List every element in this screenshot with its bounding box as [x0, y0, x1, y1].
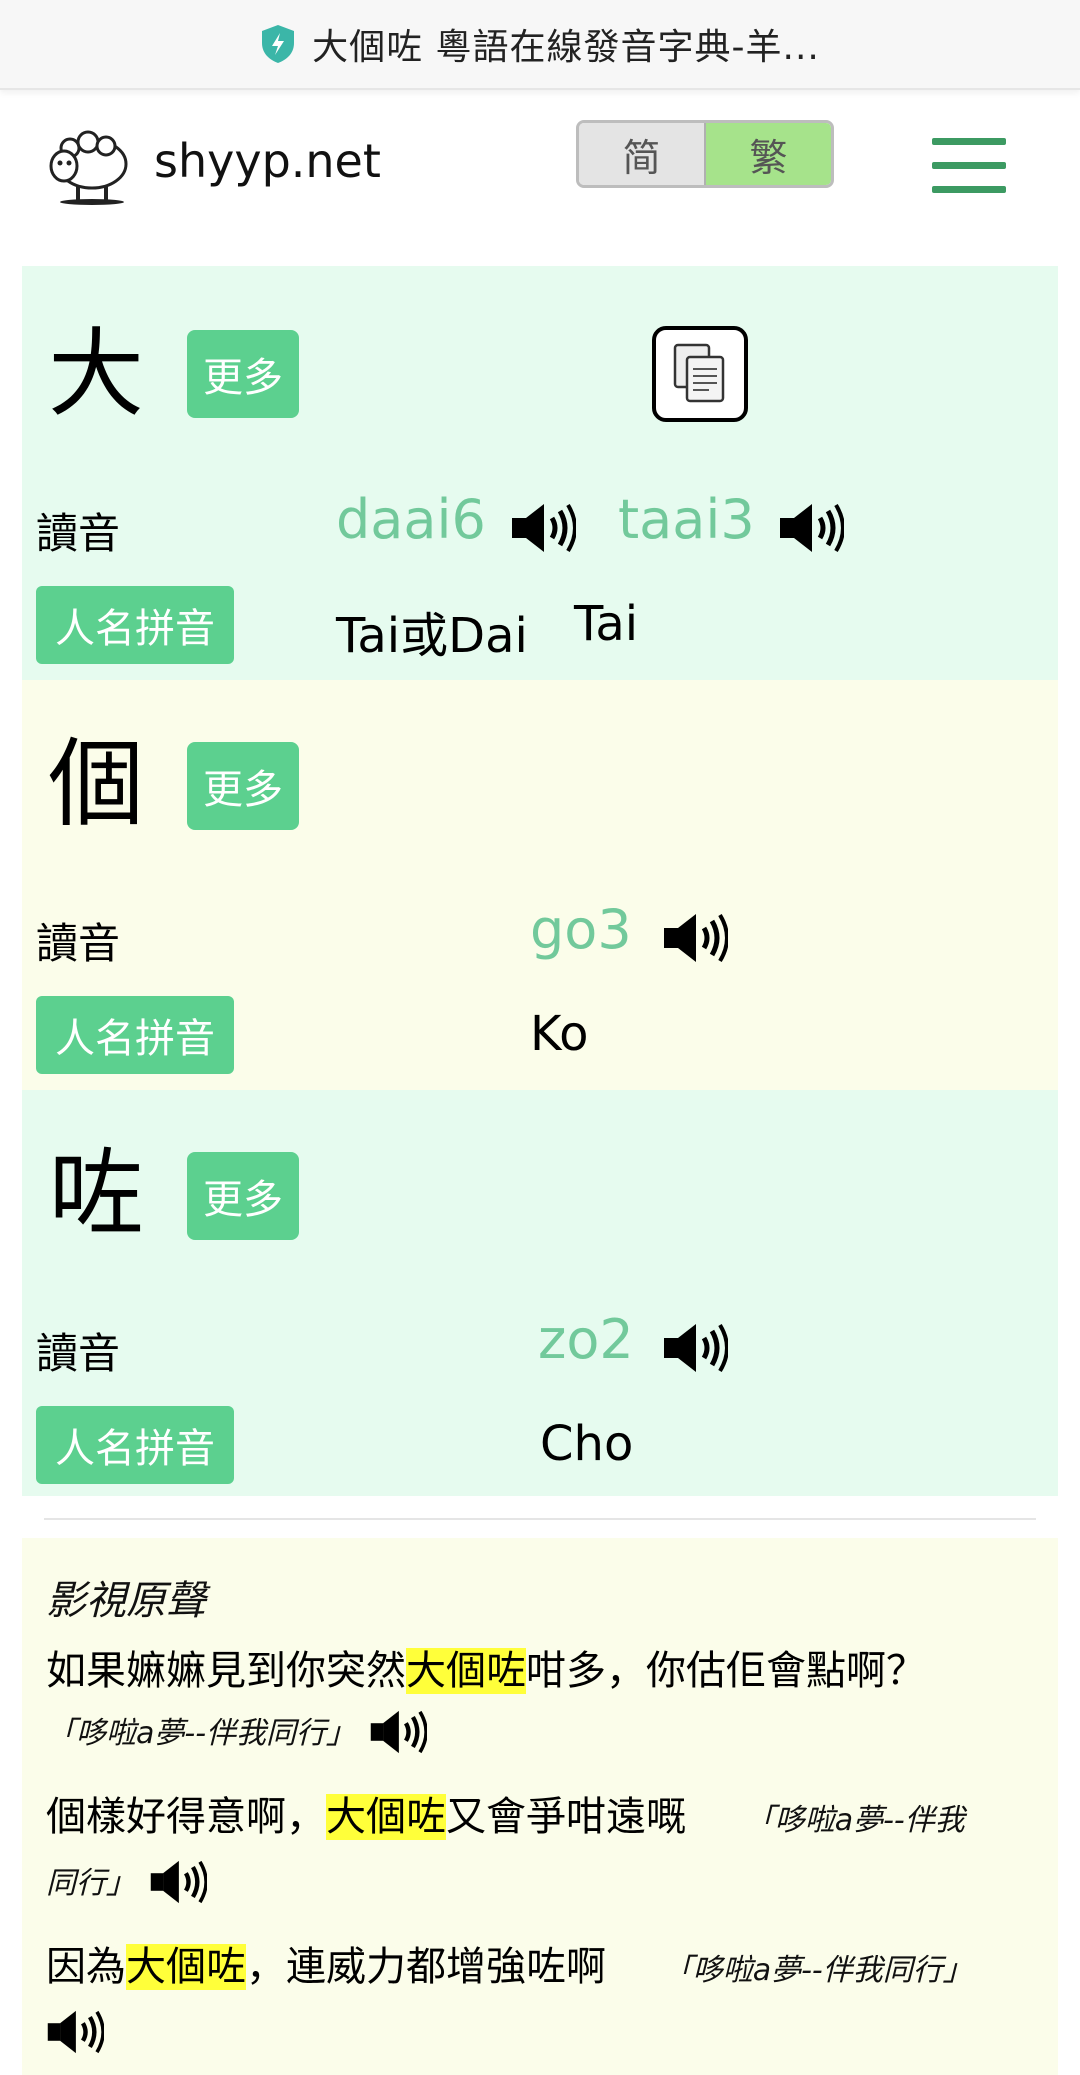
media-title: 影視原聲 — [46, 1578, 206, 1624]
reading-label: 讀音 — [36, 919, 121, 968]
name-pinyin-label: 人名拼音 — [36, 586, 234, 664]
reading-label: 讀音 — [36, 509, 121, 558]
jyutping[interactable]: taai3 — [618, 488, 755, 551]
copy-icon — [673, 343, 725, 403]
jyutping[interactable]: go3 — [530, 898, 632, 961]
name-pinyin-value: Ko — [530, 1006, 589, 1062]
hamburger-menu-icon[interactable] — [932, 138, 1006, 193]
name-pinyin-value: Tai或Dai — [336, 608, 528, 664]
media-examples-section: 影視原聲 如果嫲嫲見到你突然大個咗咁多，你估佢會點啊？ 「哆啦a夢--伴我同行」… — [22, 1538, 1058, 2075]
page-title[interactable]: 大個咗 粵語在線發音字典-羊... — [312, 18, 820, 70]
speaker-icon[interactable] — [510, 500, 576, 556]
highlighted-term: 大個咗 — [326, 1794, 446, 1840]
shield-bolt-icon — [262, 25, 295, 63]
example-text: ，連威力都增強咗啊 — [246, 1944, 606, 1990]
sheep-logo-icon[interactable] — [44, 126, 134, 206]
name-pinyin-label: 人名拼音 — [36, 1406, 234, 1484]
example-source[interactable]: 「哆啦a夢--伴我同行」 — [663, 1953, 973, 1988]
reading-label: 讀音 — [36, 1329, 121, 1378]
example-source[interactable]: 「哆啦a夢--伴我同行」 — [46, 1716, 356, 1751]
example-text: 因為 — [46, 1944, 126, 1990]
character: 個 — [48, 728, 144, 840]
example-source-line — [46, 2004, 104, 2060]
script-toggle[interactable]: 简 繁 — [576, 120, 834, 188]
example-line: 個樣好得意啊，大個咗又會爭咁遠嘅 「哆啦a夢--伴我 — [46, 1784, 965, 1842]
speaker-icon[interactable] — [46, 2004, 104, 2060]
char-card-2: 個 更多 讀音 go3 人名拼音 Ko — [22, 680, 1058, 1090]
traditional-option[interactable]: 繁 — [706, 123, 831, 185]
more-button[interactable]: 更多 — [187, 330, 299, 418]
char-card-3: 咗 更多 讀音 zo2 人名拼音 Cho — [22, 1090, 1058, 1496]
example-source-line: 「哆啦a夢--伴我同行」 — [46, 1704, 427, 1760]
character: 咗 — [48, 1138, 144, 1250]
browser-title-bar: 大個咗 粵語在線發音字典-羊... — [0, 0, 1080, 90]
example-line: 如果嫲嫲見到你突然大個咗咁多，你估佢會點啊？ — [46, 1638, 926, 1696]
speaker-icon[interactable] — [662, 1320, 728, 1376]
example-source[interactable]: 「哆啦a夢--伴我 — [745, 1803, 965, 1838]
copy-button[interactable] — [652, 326, 748, 422]
example-line: 因為大個咗，連威力都增強咗啊 「哆啦a夢--伴我同行」 — [46, 1934, 973, 1992]
site-header: shyyp.net 简 繁 — [0, 90, 1080, 240]
simplified-option[interactable]: 简 — [579, 123, 706, 185]
name-pinyin-value: Tai — [574, 596, 639, 652]
speaker-icon[interactable] — [662, 910, 728, 966]
speaker-icon[interactable] — [149, 1854, 207, 1910]
jyutping[interactable]: zo2 — [538, 1308, 634, 1371]
example-text: 個樣好得意啊， — [46, 1794, 326, 1840]
speaker-icon[interactable] — [369, 1704, 427, 1760]
char-card-1: 大 更多 讀音 daai6 taai3 人名拼音 Tai或Dai Tai — [22, 266, 1058, 680]
speaker-icon[interactable] — [778, 500, 844, 556]
more-button[interactable]: 更多 — [187, 742, 299, 830]
site-name[interactable]: shyyp.net — [154, 134, 381, 188]
name-pinyin-label: 人名拼音 — [36, 996, 234, 1074]
jyutping[interactable]: daai6 — [336, 488, 486, 551]
highlighted-term: 大個咗 — [406, 1648, 526, 1694]
highlighted-term: 大個咗 — [126, 1944, 246, 1990]
more-button[interactable]: 更多 — [187, 1152, 299, 1240]
name-pinyin-value: Cho — [540, 1416, 634, 1472]
example-text: 又會爭咁遠嘅 — [446, 1794, 686, 1840]
example-source-line: 同行」 — [46, 1854, 207, 1910]
section-divider — [44, 1518, 1036, 1520]
example-text: 如果嫲嫲見到你突然 — [46, 1648, 406, 1694]
character: 大 — [48, 318, 144, 430]
example-text: 咁多，你估佢會點啊？ — [526, 1648, 926, 1694]
example-source[interactable]: 同行」 — [46, 1866, 136, 1901]
